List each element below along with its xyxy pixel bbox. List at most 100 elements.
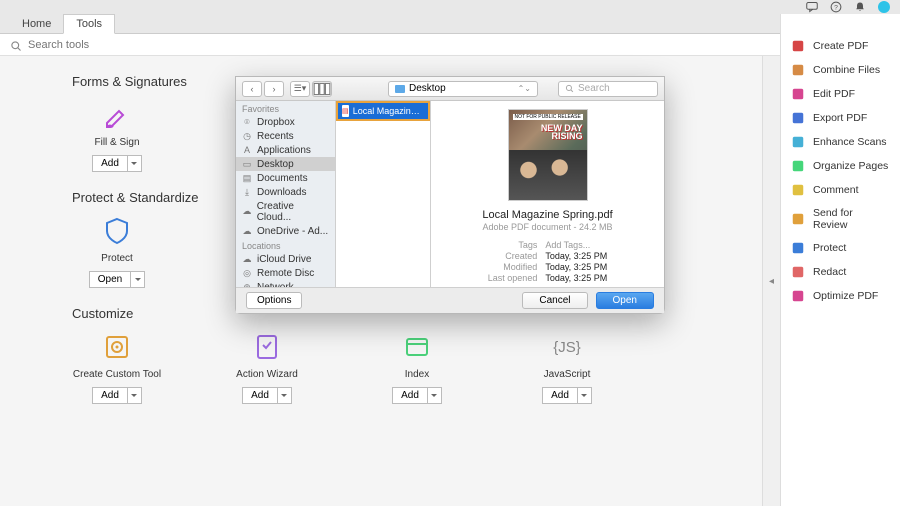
tab-home[interactable]: Home	[10, 15, 63, 33]
tool-create-custom-tool[interactable]: Create Custom Tool Add	[72, 331, 162, 404]
tool-dropdown-button[interactable]	[131, 271, 145, 288]
tool-action-button[interactable]: Add	[392, 387, 428, 404]
sidebar-item-label: Applications	[257, 145, 311, 156]
rail-item-comment[interactable]: Comment	[781, 178, 900, 202]
meta-value[interactable]: Add Tags...	[545, 240, 607, 250]
rail-label: Export PDF	[813, 112, 867, 124]
rail-item-redact[interactable]: Redact	[781, 260, 900, 284]
search-input[interactable]	[28, 39, 890, 51]
file-name: Local Magazine Spring.pdf	[353, 106, 424, 116]
tool-action-button[interactable]: Add	[542, 387, 578, 404]
search-bar	[0, 34, 900, 56]
tool-label: Protect	[101, 253, 133, 265]
sidebar-item-downloads[interactable]: ⤓Downloads	[236, 185, 335, 199]
sidebar-item-dropbox[interactable]: ⌾Dropbox	[236, 115, 335, 129]
rail-label: Redact	[813, 266, 846, 278]
tool-action-button[interactable]: Add	[92, 155, 128, 172]
tool-protect[interactable]: Protect Open	[72, 215, 162, 288]
chat-icon[interactable]	[806, 1, 818, 13]
open-button[interactable]: Open	[596, 292, 654, 309]
comment-icon	[791, 183, 805, 197]
sidebar-item-recents[interactable]: ◷ Recents	[236, 129, 335, 143]
nav-forward-button[interactable]: ›	[264, 81, 284, 97]
avatar[interactable]	[878, 1, 890, 13]
protect-icon	[101, 215, 133, 247]
enhance-scans-icon	[791, 135, 805, 149]
nav-back-button[interactable]: ‹	[242, 81, 262, 97]
sidebar-item-documents[interactable]: ▤Documents	[236, 171, 335, 185]
tool-action-wizard[interactable]: Action Wizard Add	[222, 331, 312, 404]
sidebar-item-desktop[interactable]: ▭Desktop	[236, 157, 335, 171]
tool-javascript[interactable]: {JS} JavaScript Add	[522, 331, 612, 404]
rail-item-combine-files[interactable]: Combine Files	[781, 58, 900, 82]
view-list-button[interactable]: ☰▾	[290, 81, 310, 97]
rail-item-optimize-pdf[interactable]: Optimize PDF	[781, 284, 900, 308]
tool-label: Action Wizard	[236, 369, 298, 381]
file-row[interactable]: ▤ Local Magazine Spring.pdf	[336, 101, 430, 121]
rail-item-organize-pages[interactable]: Organize Pages	[781, 154, 900, 178]
svg-text:{JS}: {JS}	[553, 339, 581, 356]
sidebar-item-label: Documents	[257, 173, 308, 184]
tool-dropdown-button[interactable]	[128, 387, 142, 404]
tool-label: Index	[405, 369, 429, 381]
rail-item-protect[interactable]: Protect	[781, 236, 900, 260]
rail-item-export-pdf[interactable]: Export PDF	[781, 106, 900, 130]
tool-fill-sign[interactable]: Fill & Sign Add	[72, 99, 162, 172]
rail-label: Create PDF	[813, 40, 868, 52]
sidebar-item-remote-disc[interactable]: ◎Remote Disc	[236, 266, 335, 280]
rail-item-edit-pdf[interactable]: Edit PDF	[781, 82, 900, 106]
rail-label: Optimize PDF	[813, 290, 878, 302]
tools-rail: Create PDF Combine Files Edit PDF Export PD…	[780, 14, 900, 506]
rail-label: Comment	[813, 184, 859, 196]
meta-value: Today, 3:25 PM	[545, 251, 607, 261]
sidebar-item-onedrive-ad-[interactable]: ☁ OneDrive - Ad...	[236, 224, 335, 238]
sidebar-item-label: Dropbox	[257, 117, 295, 128]
sidebar-item-icloud-drive[interactable]: ☁iCloud Drive	[236, 252, 335, 266]
sidebar-item-label: OneDrive - Ad...	[257, 226, 328, 237]
send-for-review-icon	[791, 212, 805, 226]
tab-tools[interactable]: Tools	[63, 14, 115, 34]
rail-label: Edit PDF	[813, 88, 855, 100]
preview-thumbnail: NOT FOR PUBLIC RELEASE NEW DAYRISING	[508, 109, 588, 201]
sidebar-item-creative-cloud-[interactable]: ☁ Creative Cloud...	[236, 199, 335, 224]
tool-dropdown-button[interactable]	[128, 155, 142, 172]
tool-dropdown-button[interactable]	[578, 387, 592, 404]
tool-dropdown-button[interactable]	[428, 387, 442, 404]
rail-collapse-handle[interactable]: ◂	[762, 56, 780, 506]
path-selector[interactable]: Desktop ⌃⌄	[388, 81, 538, 97]
sidebar-item-network[interactable]: ⊕Network	[236, 280, 335, 287]
sidebar-header: Favorites	[236, 101, 335, 115]
edit-pdf-icon	[791, 87, 805, 101]
rail-item-send-for-review[interactable]: Send for Review	[781, 202, 900, 236]
meta-key: Tags	[488, 240, 538, 250]
rail-label: Protect	[813, 242, 846, 254]
index-icon	[401, 331, 433, 363]
sidebar-item-icon: ◷	[242, 131, 252, 141]
tool-label: Create Custom Tool	[73, 369, 161, 381]
tool-action-button[interactable]: Open	[89, 271, 131, 288]
sidebar-item-icon: ▭	[242, 159, 252, 169]
sidebar-item-applications[interactable]: AApplications	[236, 143, 335, 157]
bell-icon[interactable]	[854, 1, 866, 13]
view-columns-button[interactable]	[312, 81, 332, 97]
preview-pane: NOT FOR PUBLIC RELEASE NEW DAYRISING Loc…	[431, 101, 664, 287]
help-icon[interactable]: ?	[830, 1, 842, 13]
sidebar-item-icon: ◎	[242, 268, 252, 278]
rail-item-enhance-scans[interactable]: Enhance Scans	[781, 130, 900, 154]
cancel-button[interactable]: Cancel	[522, 292, 587, 309]
dialog-search[interactable]: Search	[558, 81, 658, 97]
tool-action-button[interactable]: Add	[92, 387, 128, 404]
tool-index[interactable]: Index Add	[372, 331, 462, 404]
sidebar-item-icon: ☁	[242, 207, 252, 217]
tool-action-button[interactable]: Add	[242, 387, 278, 404]
thumb-headline: NEW DAYRISING	[541, 124, 583, 140]
rail-label: Organize Pages	[813, 160, 888, 172]
rail-item-create-pdf[interactable]: Create PDF	[781, 34, 900, 58]
search-icon	[565, 84, 574, 93]
sidebar-item-icon: ☁	[242, 226, 252, 236]
sidebar-item-label: Recents	[257, 131, 294, 142]
svg-text:?: ?	[834, 4, 838, 11]
tool-dropdown-button[interactable]	[278, 387, 292, 404]
options-button[interactable]: Options	[246, 292, 302, 309]
sidebar-item-label: Creative Cloud...	[257, 201, 329, 223]
